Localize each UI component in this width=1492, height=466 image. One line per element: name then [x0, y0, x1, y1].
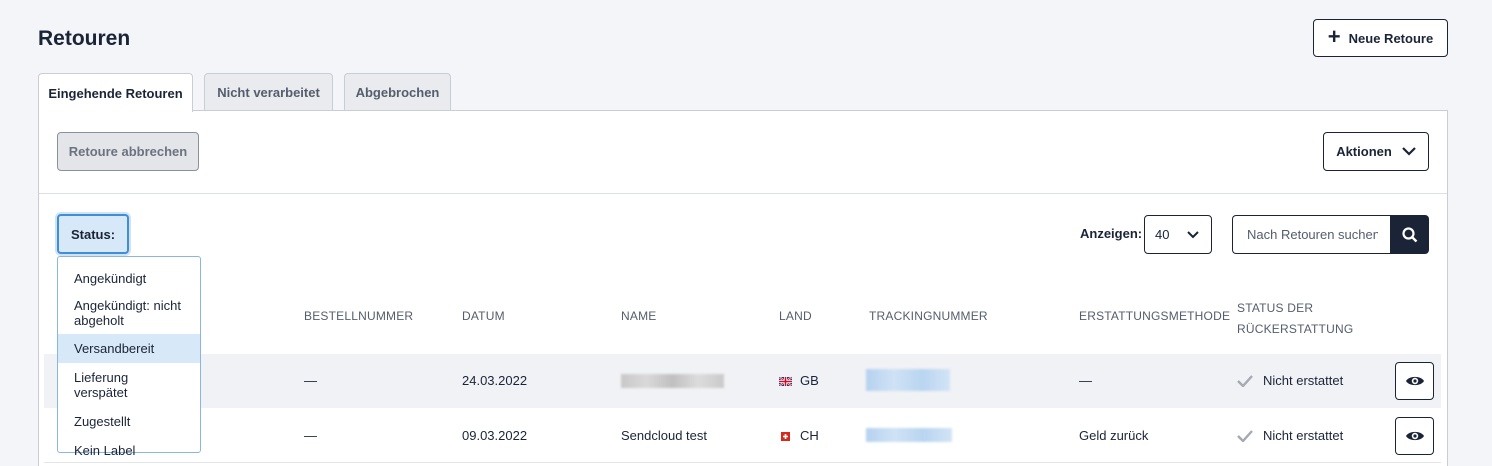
- cancel-return-button[interactable]: Retoure abbrechen: [57, 132, 199, 171]
- column-refund-status-line1: STATUS DER: [1237, 301, 1314, 315]
- column-country: LAND: [779, 309, 812, 323]
- tab-not-processed[interactable]: Nicht verarbeitet: [204, 73, 333, 111]
- view-return-button[interactable]: [1395, 417, 1434, 455]
- page-title: Retouren: [38, 27, 131, 50]
- chevron-down-icon: [1187, 230, 1199, 238]
- refund-method-cell: —: [1079, 373, 1092, 388]
- refund-status-cell: Nicht erstattet: [1237, 373, 1343, 388]
- column-refund-status: STATUS DER RÜCKERSTATTUNG: [1237, 298, 1353, 340]
- refund-status-text: Nicht erstattet: [1263, 373, 1344, 388]
- table-row[interactable]: [44, 354, 1441, 408]
- status-dropdown-menu: Angekündigt Angekündigt: nicht abgeholt …: [57, 256, 201, 458]
- check-icon: [1237, 429, 1253, 442]
- new-return-label: Neue Retoure: [1348, 30, 1434, 46]
- per-page-label: Anzeigen:: [1080, 226, 1143, 241]
- refund-method-cell: Geld zurück: [1079, 428, 1149, 443]
- check-icon: [1237, 374, 1253, 387]
- date-cell: 24.03.2022: [462, 373, 528, 388]
- country-cell: CH: [779, 428, 819, 443]
- table-row[interactable]: [44, 409, 1441, 463]
- country-cell: GB: [779, 373, 819, 388]
- refund-status-cell: Nicht erstattet: [1237, 428, 1343, 443]
- status-option-announced[interactable]: Angekündigt: [58, 265, 200, 292]
- actions-label: Aktionen: [1336, 144, 1392, 159]
- column-order-number: BESTELLNUMMER: [304, 309, 414, 323]
- search-input[interactable]: [1232, 215, 1392, 254]
- chevron-down-icon: [1402, 147, 1416, 156]
- eye-icon: [1405, 376, 1424, 386]
- refund-status-text: Nicht erstattet: [1263, 428, 1344, 443]
- order-number-cell: —: [304, 373, 317, 388]
- name-cell-redacted: [621, 374, 724, 388]
- status-option-ready-to-ship[interactable]: Versandbereit: [58, 334, 200, 363]
- name-cell: Sendcloud test: [621, 428, 708, 443]
- tracking-number-link[interactable]: [866, 428, 952, 442]
- status-option-delivery-delayed[interactable]: Lieferung verspätet: [58, 363, 200, 407]
- search-icon: [1401, 226, 1417, 242]
- tracking-number-link[interactable]: [866, 369, 950, 391]
- status-option-no-label[interactable]: Kein Label: [58, 436, 200, 465]
- status-filter-button[interactable]: Status:: [57, 214, 129, 254]
- plus-icon: +: [1327, 24, 1341, 49]
- column-date: DATUM: [462, 309, 505, 323]
- uk-flag-icon: [779, 377, 792, 387]
- tab-cancelled[interactable]: Abgebrochen: [344, 73, 451, 111]
- country-code: CH: [800, 428, 819, 443]
- column-refund-method: ERSTATTUNGSMETHODE: [1079, 309, 1231, 323]
- actions-dropdown-button[interactable]: Aktionen: [1323, 132, 1429, 171]
- search-button[interactable]: [1390, 215, 1429, 254]
- country-code: GB: [800, 373, 819, 388]
- swiss-flag-icon: [779, 432, 792, 442]
- order-number-cell: —: [304, 428, 317, 443]
- status-option-announced-not-collected[interactable]: Angekündigt: nicht abgeholt: [58, 292, 200, 334]
- column-tracking-number: TRACKINGNUMMER: [869, 309, 988, 323]
- toolbar-divider: [39, 193, 1447, 194]
- view-return-button[interactable]: [1395, 362, 1434, 400]
- tab-incoming-returns[interactable]: Eingehende Retouren: [38, 73, 193, 112]
- per-page-value: 40: [1155, 227, 1170, 242]
- per-page-select[interactable]: 40: [1144, 215, 1212, 254]
- eye-icon: [1405, 431, 1424, 441]
- date-cell: 09.03.2022: [462, 428, 528, 443]
- status-option-delivered[interactable]: Zugestellt: [58, 407, 200, 436]
- column-name: NAME: [621, 309, 657, 323]
- column-refund-status-line2: RÜCKERSTATTUNG: [1237, 322, 1354, 336]
- new-return-button[interactable]: + Neue Retoure: [1313, 19, 1448, 57]
